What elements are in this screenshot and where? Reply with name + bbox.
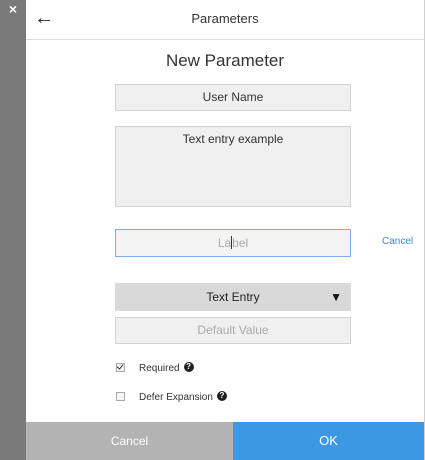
close-icon[interactable]: ×: [6, 2, 20, 16]
parameter-dialog: ← Parameters New Parameter User Name Tex…: [26, 0, 425, 460]
parameter-type-selected: Text Entry: [206, 290, 260, 304]
parameter-type-select[interactable]: Text Entry ▼: [115, 283, 351, 311]
label-cancel-link[interactable]: Cancel: [382, 236, 413, 247]
name-field[interactable]: User Name: [115, 84, 351, 111]
required-row: Required?: [116, 362, 194, 376]
label-input[interactable]: Label: [115, 229, 351, 257]
header-title: Parameters: [191, 11, 259, 26]
question-circle-icon[interactable]: ?: [183, 362, 194, 373]
question-circle-icon[interactable]: ?: [216, 391, 227, 402]
required-checkbox[interactable]: [116, 362, 125, 372]
cancel-button[interactable]: Cancel: [26, 422, 233, 460]
label-placeholder-part2: bel: [232, 236, 249, 250]
label-placeholder-part1: La: [217, 236, 232, 250]
default-value-input[interactable]: Default Value: [115, 317, 351, 344]
dialog-header: ← Parameters: [26, 0, 424, 40]
defer-expansion-label: Defer Expansion: [139, 392, 213, 403]
dropdown-triangle-icon: ▼: [330, 290, 342, 304]
ok-button[interactable]: OK: [233, 422, 424, 460]
name-field-value: User Name: [202, 90, 264, 104]
defer-expansion-checkbox[interactable]: [116, 391, 125, 401]
default-value-placeholder: Default Value: [197, 323, 269, 337]
required-label: Required: [139, 363, 180, 374]
side-strip: ×: [0, 0, 26, 460]
description-field[interactable]: Text entry example: [115, 126, 351, 207]
page-title: New Parameter: [165, 51, 285, 70]
description-field-value: Text entry example: [182, 132, 284, 146]
defer-expansion-row: Defer Expansion?: [116, 391, 227, 405]
